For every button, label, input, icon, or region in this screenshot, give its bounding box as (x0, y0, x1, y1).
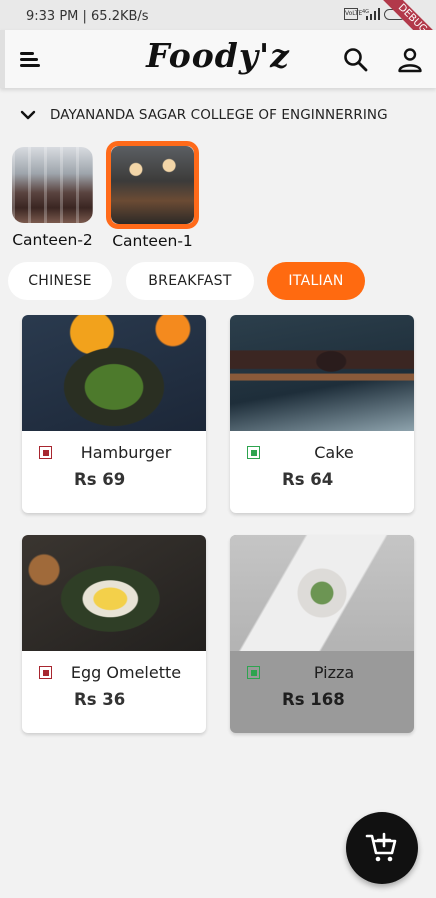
app-bar: Foody'z (0, 30, 436, 88)
network-type-label: 4G (362, 9, 369, 15)
add-to-cart-icon (365, 832, 397, 862)
food-name: Hamburger (80, 443, 172, 462)
location-name: DAYANANDA SAGAR COLLEGE OF ENGINNERRING (50, 107, 388, 123)
food-card[interactable]: Cake Rs 64 (230, 315, 414, 513)
food-name: Egg Omelette (70, 663, 182, 682)
non-veg-icon (39, 446, 52, 459)
app-title: Foody'z (146, 36, 290, 75)
signal-icon: 4G (362, 8, 380, 20)
chevron-down-icon (20, 110, 36, 120)
canteen-thumbnail-frame (106, 141, 199, 229)
category-chip-italian[interactable]: ITALIAN (267, 262, 365, 300)
food-card-unavailable[interactable]: Pizza Rs 168 (230, 535, 414, 733)
location-selector[interactable]: DAYANANDA SAGAR COLLEGE OF ENGINNERRING (20, 100, 420, 130)
canteen-card-1[interactable]: Canteen-1 (106, 141, 199, 250)
canteen-thumbnail-frame (12, 147, 93, 223)
category-chip-chinese[interactable]: CHINESE (8, 262, 112, 300)
food-price: Rs 64 (282, 470, 334, 489)
food-image (230, 535, 414, 651)
canteen-image (12, 147, 93, 223)
food-name: Cake (314, 443, 354, 462)
food-card[interactable]: Egg Omelette Rs 36 (22, 535, 206, 733)
canteen-card-2[interactable]: Canteen-2 (12, 147, 93, 249)
food-image (22, 535, 206, 651)
food-card[interactable]: Hamburger Rs 69 (22, 315, 206, 513)
canteen-image (111, 146, 194, 224)
volte-icon: VoLTE (344, 8, 362, 20)
food-name: Pizza (313, 663, 355, 682)
veg-icon (247, 446, 260, 459)
food-price: Rs 36 (74, 690, 126, 709)
status-time-speed: 9:33 PM | 65.2KB/s (26, 9, 149, 24)
category-chip-breakfast[interactable]: BREAKFAST (126, 262, 254, 300)
non-veg-icon (39, 666, 52, 679)
food-image (22, 315, 206, 431)
food-price: Rs 69 (74, 470, 126, 489)
food-price: Rs 168 (282, 690, 345, 709)
status-bar: 9:33 PM | 65.2KB/s VoLTE 4G DEBUG (0, 0, 436, 60)
canteen-label: Canteen-1 (112, 232, 193, 250)
food-image (230, 315, 414, 431)
add-to-cart-button[interactable] (346, 812, 418, 884)
person-icon[interactable] (396, 46, 424, 74)
veg-icon (247, 666, 260, 679)
canteen-label: Canteen-2 (12, 231, 93, 249)
search-icon[interactable] (342, 46, 370, 74)
